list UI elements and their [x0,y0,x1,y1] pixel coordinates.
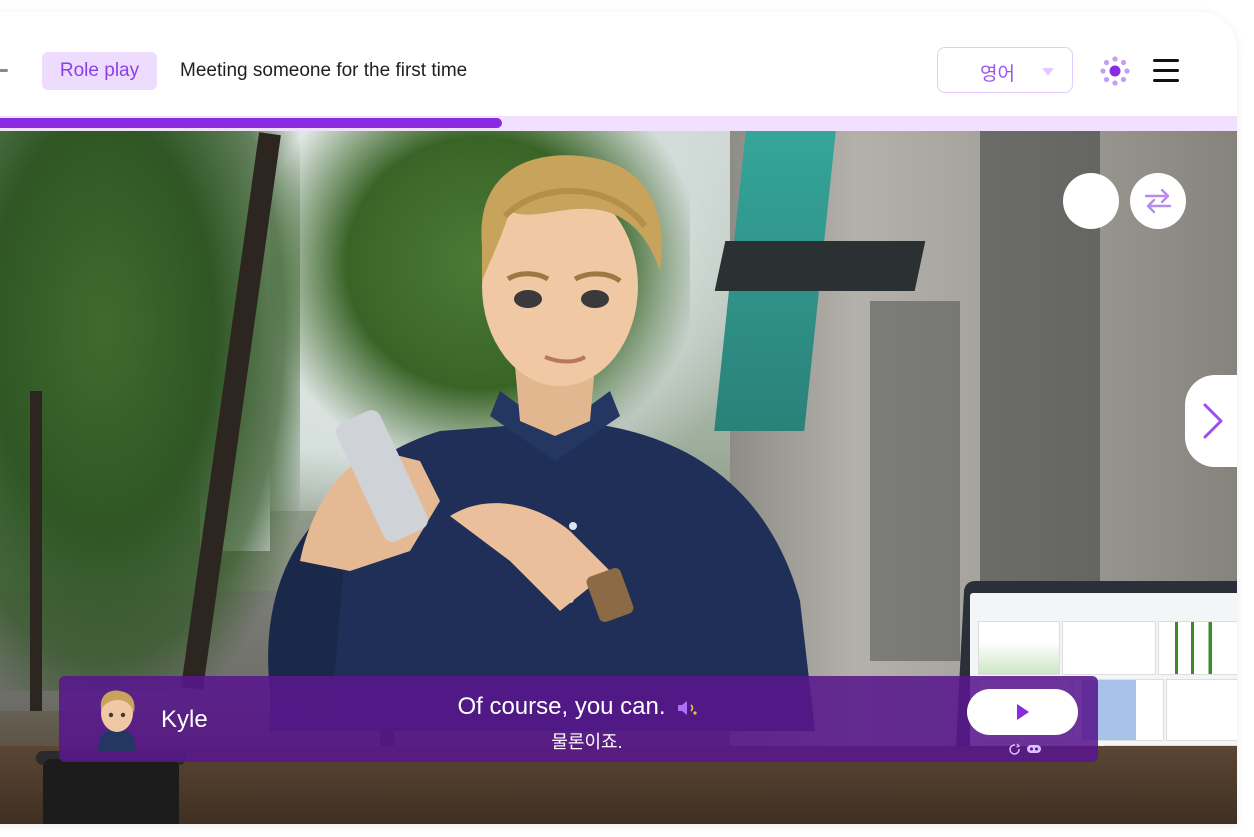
coffee-cup [43,759,179,824]
camera-toggle-button[interactable] [1063,173,1119,229]
lesson-progress-fill [0,118,503,128]
play-icon [1017,704,1029,720]
speaker-icon[interactable] [676,699,700,717]
swap-button[interactable] [1130,173,1186,229]
top-bar: Role play Meeting someone for the first … [0,12,1237,116]
back-icon[interactable] [0,69,8,72]
subtitle-korean: 물론이죠. [551,732,623,752]
screen-chart-area [978,621,1060,675]
caret-down-icon [1042,68,1054,76]
hamburger-icon-line [1153,69,1179,72]
next-button[interactable] [1185,375,1237,467]
replay-loop-icons[interactable] [1008,742,1044,756]
settings-button[interactable] [1099,55,1131,87]
language-select[interactable]: 영어 [937,47,1073,93]
screen-chart-bars [1158,621,1237,675]
chevron-right-icon [1203,403,1223,439]
subtitle-english: Of course, you can. [457,693,666,720]
lesson-progress [0,116,1237,131]
lesson-title: Meeting someone for the first time [180,60,468,81]
role-play-badge: Role play [42,52,157,90]
subtitle-bar: Kyle Of course, you can. 물론이죠. [59,676,1098,762]
scene-view: Kyle Of course, you can. 물론이죠. [0,131,1237,824]
hamburger-icon [1153,59,1179,62]
hamburger-icon-line [1153,79,1179,82]
screen-chart-line [1062,621,1156,675]
play-button[interactable] [967,689,1078,735]
swap-arrows-icon [1144,188,1172,214]
app-window: Role play Meeting someone for the first … [0,12,1237,824]
subtitle-english-row: Of course, you can. [59,693,1098,721]
language-select-value: 영어 [980,64,1015,85]
menu-button[interactable] [1153,59,1181,83]
settings-dots-icon [1100,56,1130,86]
screen-chart-scatter [1166,679,1237,741]
